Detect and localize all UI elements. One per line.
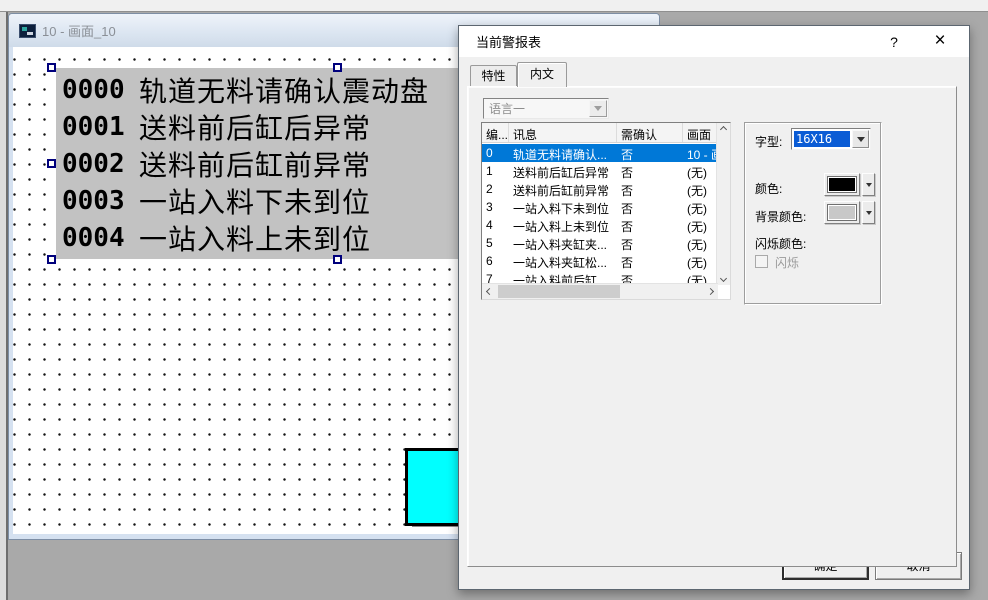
close-icon[interactable]: × <box>925 29 955 53</box>
cell-confirm: 否 <box>617 180 683 198</box>
font-select-value: 16X16 <box>794 131 850 147</box>
cell-message: 一站入料上未到位 <box>509 216 617 234</box>
cell-number: 0 <box>482 144 509 162</box>
screen-icon <box>19 24 36 38</box>
cell-screen: (无) <box>683 216 718 234</box>
table-row[interactable]: 3 一站入料下未到位 否 (无) <box>482 198 718 216</box>
table-row[interactable]: 1 送料前后缸后异常 否 (无) <box>482 162 718 180</box>
dialog-title: 当前警报表 <box>476 32 541 51</box>
cell-number: 1 <box>482 162 509 180</box>
cell-number: 3 <box>482 198 509 216</box>
column-header-message[interactable]: 讯息 <box>509 123 617 142</box>
alarm-message-table[interactable]: 编... 讯息 需确认 画面 0 轨道无料请确认... 否 10 - 画 1 送… <box>481 122 731 300</box>
column-header-number[interactable]: 编... <box>482 123 509 142</box>
scroll-down-icon[interactable] <box>720 275 727 282</box>
color-swatch-button[interactable] <box>824 173 860 196</box>
cell-confirm: 否 <box>617 144 683 162</box>
cell-confirm: 否 <box>617 252 683 270</box>
alarm-code: 0000 <box>62 75 126 105</box>
cell-message: 一站入料下未到位 <box>509 198 617 216</box>
tab-properties[interactable]: 特性 <box>470 65 517 86</box>
alarm-message: 一站入料上未到位 <box>139 218 371 258</box>
table-row[interactable]: 2 送料前后缸前异常 否 (无) <box>482 180 718 198</box>
scroll-left-icon[interactable] <box>486 288 493 295</box>
color-dropdown-button[interactable] <box>862 173 875 196</box>
alarm-table-dialog: 当前警报表 ? × 特性 内文 语言一 编... 讯息 需确认 画面 0 轨道无… <box>458 25 970 590</box>
chevron-down-icon <box>852 130 869 148</box>
tab-content[interactable]: 内文 <box>517 62 567 87</box>
cell-screen: (无) <box>683 234 718 252</box>
table-row[interactable]: 4 一站入料上未到位 否 (无) <box>482 216 718 234</box>
cell-confirm: 否 <box>617 216 683 234</box>
cell-number: 5 <box>482 234 509 252</box>
table-row[interactable]: 5 一站入料夹缸夹... 否 (无) <box>482 234 718 252</box>
font-select[interactable]: 16X16 <box>791 128 871 150</box>
cell-number: 4 <box>482 216 509 234</box>
cell-screen: (无) <box>683 180 718 198</box>
alarm-code: 0002 <box>62 149 126 179</box>
selection-handle-top-mid[interactable] <box>333 63 342 72</box>
cell-confirm: 否 <box>617 234 683 252</box>
table-header: 编... 讯息 需确认 画面 <box>482 123 718 143</box>
scrollbar-thumb[interactable] <box>498 285 620 298</box>
language-select-value: 语言一 <box>489 100 525 117</box>
column-header-screen[interactable]: 画面 <box>683 123 718 142</box>
window-title: 10 - 画面_10 <box>42 21 116 40</box>
alarm-code: 0003 <box>62 186 126 216</box>
cell-message: 送料前后缸后异常 <box>509 162 617 180</box>
cell-number: 2 <box>482 180 509 198</box>
alarm-message: 一站入料下未到位 <box>139 181 371 221</box>
column-header-confirm[interactable]: 需确认 <box>617 123 683 142</box>
vertical-scrollbar[interactable] <box>716 123 730 285</box>
cell-screen: (无) <box>683 162 718 180</box>
bg-color-swatch-button[interactable] <box>824 201 860 224</box>
cell-message: 送料前后缸前异常 <box>509 180 617 198</box>
cell-screen: 10 - 画 <box>683 144 718 162</box>
alarm-code: 0001 <box>62 112 126 142</box>
table-row[interactable]: 0 轨道无料请确认... 否 10 - 画 <box>482 144 718 162</box>
selection-handle-bottom-left[interactable] <box>47 255 56 264</box>
cell-confirm: 否 <box>617 198 683 216</box>
table-row[interactable]: 6 一站入料夹缸松... 否 (无) <box>482 252 718 270</box>
cell-message: 一站入料夹缸松... <box>509 252 617 270</box>
selection-handle-bottom-mid[interactable] <box>333 255 342 264</box>
blink-color-label: 闪烁颜色: <box>755 235 806 252</box>
cell-screen: (无) <box>683 252 718 270</box>
alarm-message: 送料前后缸后异常 <box>139 107 371 147</box>
scroll-up-icon[interactable] <box>720 126 727 133</box>
chevron-down-icon <box>589 100 607 117</box>
bg-color-dropdown-button[interactable] <box>862 201 875 224</box>
cell-message: 轨道无料请确认... <box>509 144 617 162</box>
cell-confirm: 否 <box>617 162 683 180</box>
selection-handle-mid-left[interactable] <box>47 159 56 168</box>
color-swatch <box>828 177 856 192</box>
cell-screen: (无) <box>683 198 718 216</box>
cell-message: 一站入料夹缸夹... <box>509 234 617 252</box>
cell-number: 6 <box>482 252 509 270</box>
alarm-code: 0004 <box>62 223 126 253</box>
tab-page-content: 语言一 编... 讯息 需确认 画面 0 轨道无料请确认... 否 10 - 画… <box>467 86 957 567</box>
scroll-right-icon[interactable] <box>707 288 714 295</box>
color-label: 颜色: <box>755 180 782 197</box>
alarm-message: 送料前后缸前异常 <box>139 144 371 184</box>
app-top-strip <box>0 0 988 12</box>
help-button[interactable]: ? <box>881 31 907 53</box>
blink-checkbox-label: 闪烁 <box>775 254 799 271</box>
bg-color-label: 背景颜色: <box>755 208 806 225</box>
selection-handle-top-left[interactable] <box>47 63 56 72</box>
blink-checkbox[interactable] <box>755 255 768 268</box>
app-left-strip <box>0 12 8 600</box>
font-settings-panel: 字型: 16X16 颜色: 背景颜色: 闪烁颜色: 闪烁 <box>744 122 882 305</box>
bg-color-swatch <box>828 205 856 220</box>
font-label: 字型: <box>755 133 782 150</box>
language-select[interactable]: 语言一 <box>483 98 609 119</box>
alarm-message: 轨道无料请确认震动盘 <box>139 70 429 110</box>
horizontal-scrollbar[interactable] <box>482 283 718 299</box>
